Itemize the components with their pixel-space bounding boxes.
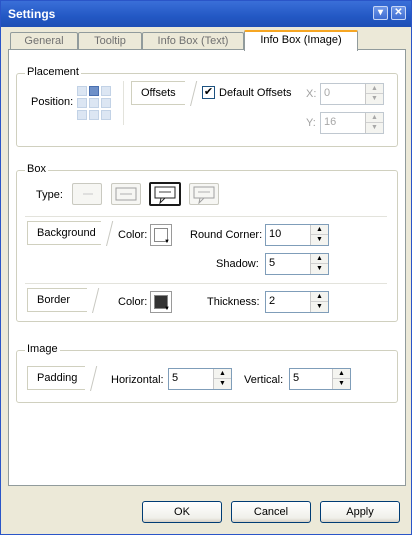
- spin-up-icon[interactable]: ▲: [311, 292, 328, 302]
- spin-up-icon[interactable]: ▲: [311, 254, 328, 264]
- position-grid[interactable]: [77, 86, 113, 122]
- minimize-icon[interactable]: ▾: [373, 6, 388, 20]
- spin-up-icon[interactable]: ▲: [214, 369, 231, 379]
- settings-window: Settings ▾ ✕ General Tooltip Info Box (T…: [0, 0, 412, 535]
- horizontal-label: Horizontal:: [111, 374, 164, 386]
- border-color-picker[interactable]: ▼: [150, 291, 172, 313]
- ok-button[interactable]: OK: [142, 501, 222, 523]
- padding-tab[interactable]: Padding: [27, 366, 85, 390]
- spin-up-icon[interactable]: ▲: [333, 369, 350, 379]
- type-callout-button[interactable]: [149, 182, 181, 206]
- y-offset-value: 16: [324, 116, 337, 128]
- type-label: Type:: [36, 189, 63, 201]
- spin-down-icon[interactable]: ▼: [333, 379, 350, 389]
- position-label: Position:: [31, 96, 74, 108]
- y-label: Y:: [306, 117, 316, 129]
- window-title: Settings: [8, 7, 56, 21]
- round-corner-label: Round Corner:: [190, 229, 263, 241]
- type-rectangle-button[interactable]: [111, 183, 141, 205]
- horizontal-padding-spinner[interactable]: 5 ▲ ▼: [168, 368, 232, 390]
- x-offset-value: 0: [324, 87, 331, 99]
- divider: [25, 216, 387, 217]
- divider: [25, 283, 387, 284]
- background-color-picker[interactable]: ▼: [150, 224, 172, 246]
- x-label: X:: [306, 88, 317, 100]
- dropdown-arrow-icon: ▼: [164, 239, 170, 245]
- thickness-spinner[interactable]: 2 ▲ ▼: [265, 291, 329, 313]
- thickness-label: Thickness:: [207, 296, 260, 308]
- cancel-button[interactable]: Cancel: [231, 501, 311, 523]
- background-tab[interactable]: Background: [27, 221, 101, 245]
- background-color-label: Color:: [118, 229, 148, 241]
- spin-up-icon[interactable]: ▲: [311, 225, 328, 235]
- shadow-label: Shadow:: [216, 258, 259, 270]
- apply-button[interactable]: Apply: [320, 501, 400, 523]
- border-tab[interactable]: Border: [27, 288, 87, 312]
- spin-down-icon[interactable]: ▼: [311, 235, 328, 245]
- type-callout-light-button[interactable]: [189, 183, 219, 205]
- tab-info-box-image[interactable]: Info Box (Image): [244, 30, 358, 51]
- tab-info-box-text[interactable]: Info Box (Text): [142, 32, 244, 50]
- offsets-tab[interactable]: Offsets: [131, 81, 185, 105]
- spin-down-icon[interactable]: ▼: [366, 123, 383, 133]
- horizontal-padding-value: 5: [172, 372, 179, 384]
- title-bar[interactable]: Settings ▾ ✕: [1, 1, 411, 27]
- spin-down-icon[interactable]: ▼: [311, 264, 328, 274]
- close-icon[interactable]: ✕: [391, 6, 406, 20]
- default-offsets-checkbox[interactable]: ✔: [202, 86, 215, 99]
- y-offset-spinner[interactable]: 16 ▲ ▼: [320, 112, 384, 134]
- type-plain-button[interactable]: [72, 183, 102, 205]
- vertical-padding-spinner[interactable]: 5 ▲ ▼: [289, 368, 351, 390]
- tab-general[interactable]: General: [10, 32, 78, 50]
- placement-heading: Placement: [25, 66, 81, 78]
- round-corner-value: 10: [269, 228, 282, 240]
- vertical-label: Vertical:: [244, 374, 284, 386]
- border-color-label: Color:: [118, 296, 148, 308]
- dropdown-arrow-icon: ▼: [164, 306, 170, 312]
- spin-up-icon[interactable]: ▲: [366, 113, 383, 123]
- rectangle-box-icon: [115, 187, 137, 201]
- plain-box-icon: [83, 193, 93, 195]
- vertical-padding-value: 5: [293, 372, 300, 384]
- spin-up-icon[interactable]: ▲: [366, 84, 383, 94]
- callout-box-icon: [154, 186, 176, 205]
- image-heading: Image: [25, 343, 60, 355]
- tab-strip: General Tooltip Info Box (Text) Info Box…: [8, 30, 408, 51]
- thickness-value: 2: [269, 295, 276, 307]
- default-offsets-label: Default Offsets: [219, 87, 292, 99]
- box-heading: Box: [25, 163, 48, 175]
- x-offset-spinner[interactable]: 0 ▲ ▼: [320, 83, 384, 105]
- callout-light-icon: [193, 186, 215, 205]
- spin-down-icon[interactable]: ▼: [214, 379, 231, 389]
- spin-down-icon[interactable]: ▼: [311, 302, 328, 312]
- shadow-spinner[interactable]: 5 ▲ ▼: [265, 253, 329, 275]
- shadow-value: 5: [269, 257, 276, 269]
- tab-tooltip[interactable]: Tooltip: [78, 32, 142, 50]
- spin-down-icon[interactable]: ▼: [366, 94, 383, 104]
- round-corner-spinner[interactable]: 10 ▲ ▼: [265, 224, 329, 246]
